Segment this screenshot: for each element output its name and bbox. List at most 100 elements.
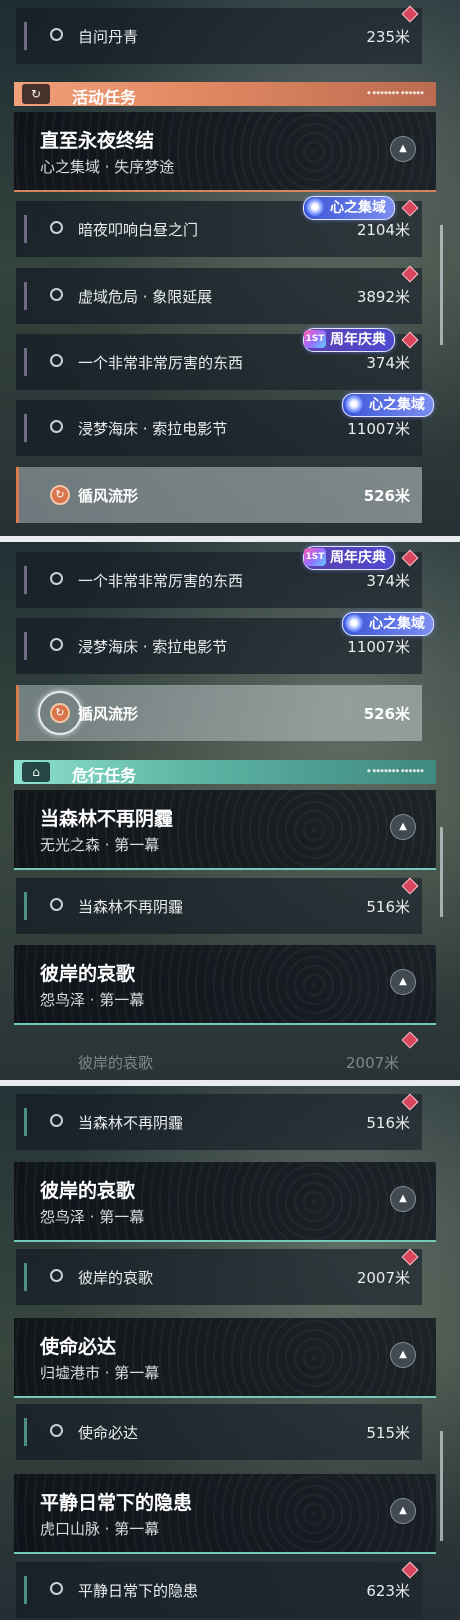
objective-distance: 2007米 bbox=[356, 1269, 410, 1287]
objective-name: 虚域危局 · 象限延展 bbox=[78, 288, 213, 306]
quest-subtitle: 归墟港市 · 第一幕 bbox=[40, 1364, 160, 1382]
peril-section-header: ⌂ 危行任务 ◆ ◆◆◆◆◆◆◆ ◆◆◆◆◆◆ bbox=[14, 760, 436, 785]
row-accent-bar bbox=[24, 1576, 27, 1604]
quest-panel-1: 自问丹青 235米 ↻ 活动任务 ◆ ◆◆◆◆◆◆◆ ◆◆◆◆◆◆ 直至永夜终结… bbox=[0, 0, 460, 536]
objective-name: 一个非常非常厉害的东西 bbox=[78, 354, 244, 372]
swirl-icon bbox=[345, 395, 363, 413]
objective-name: 一个非常非常厉害的东西 bbox=[78, 572, 244, 590]
anniversary-logo-icon: 1ST bbox=[304, 548, 326, 566]
quest-title: 平静日常下的隐患 bbox=[40, 1492, 193, 1514]
activity-quest-icon: ↻ bbox=[22, 84, 50, 104]
anniversary-badge: 1ST 周年庆典 bbox=[303, 546, 395, 570]
row-accent-bar bbox=[24, 22, 27, 50]
peril-quest-card[interactable]: 当森林不再阴霾 无光之森 · 第一幕 ▲ bbox=[14, 790, 436, 870]
quest-title: 直至永夜终结 bbox=[40, 130, 155, 152]
anniversary-logo-icon: 1ST bbox=[304, 330, 326, 348]
badge-label: 心之集域 bbox=[369, 397, 425, 413]
objective-row[interactable]: 使命必达 515米 bbox=[16, 1404, 422, 1460]
swirl-icon bbox=[306, 198, 324, 216]
section-watermark: ◆ ◆◆◆◆◆◆◆ ◆◆◆◆◆◆ bbox=[366, 90, 424, 96]
objective-distance: 515米 bbox=[366, 1424, 410, 1442]
heart-domain-badge: 心之集域 bbox=[342, 612, 434, 636]
peril-quest-icon: ⌂ bbox=[22, 762, 50, 782]
activity-objective-icon: ↻ bbox=[50, 485, 70, 505]
badge-label: 心之集域 bbox=[330, 200, 386, 216]
badge-label: 心之集域 bbox=[369, 616, 425, 632]
objective-distance: 526米 bbox=[363, 487, 410, 505]
objective-row[interactable]: 彼岸的哀歌 2007米 bbox=[16, 1249, 422, 1305]
quest-title: 使命必达 bbox=[40, 1336, 117, 1358]
main-quest-card[interactable]: 直至永夜终结 心之集域 · 失序梦途 ▲ bbox=[14, 112, 436, 192]
objective-name: 当森林不再阴霾 bbox=[78, 1114, 184, 1132]
quest-title: 当森林不再阴霾 bbox=[40, 808, 174, 830]
circle-objective-icon bbox=[50, 898, 63, 911]
row-accent-bar bbox=[24, 215, 27, 243]
circle-objective-icon bbox=[50, 288, 63, 301]
objective-distance: 11007米 bbox=[347, 638, 410, 656]
objective-distance: 623米 bbox=[366, 1582, 410, 1600]
quest-title: 彼岸的哀歌 bbox=[40, 1180, 136, 1202]
circle-objective-icon bbox=[50, 354, 63, 367]
scrollbar[interactable] bbox=[440, 225, 443, 345]
circle-objective-icon bbox=[50, 1424, 63, 1437]
row-accent-bar bbox=[24, 566, 27, 594]
peril-quest-card[interactable]: 使命必达 归墟港市 · 第一幕 ▲ bbox=[14, 1318, 436, 1398]
objective-distance: 374米 bbox=[366, 572, 410, 590]
objective-name: 浸梦海床 · 索拉电影节 bbox=[78, 638, 228, 656]
objective-name: 浸梦海床 · 索拉电影节 bbox=[78, 420, 228, 438]
objective-row[interactable]: 平静日常下的隐患 623米 bbox=[16, 1562, 422, 1618]
scrollbar[interactable] bbox=[440, 1431, 443, 1541]
circle-objective-icon bbox=[50, 1582, 63, 1595]
objective-row[interactable]: 虚域危局 · 象限延展 3892米 bbox=[16, 268, 422, 324]
row-accent-bar bbox=[24, 1263, 27, 1291]
circle-objective-icon bbox=[50, 572, 63, 585]
objective-distance: 3892米 bbox=[356, 288, 410, 306]
chevron-up-icon[interactable]: ▲ bbox=[390, 969, 416, 995]
objective-distance: 11007米 bbox=[347, 420, 410, 438]
badge-label: 周年庆典 bbox=[330, 332, 386, 348]
anniversary-badge: 1ST 周年庆典 bbox=[303, 328, 395, 352]
objective-row[interactable]: 当森林不再阴霾 516米 bbox=[16, 878, 422, 934]
peril-quest-card[interactable]: 平静日常下的隐患 虎口山脉 · 第一幕 ▲ bbox=[14, 1474, 436, 1554]
objective-distance: 374米 bbox=[366, 354, 410, 372]
circle-objective-icon bbox=[50, 28, 63, 41]
objective-name: 平静日常下的隐患 bbox=[78, 1582, 199, 1600]
objective-name: 自问丹青 bbox=[78, 28, 139, 46]
chevron-up-icon[interactable]: ▲ bbox=[390, 1498, 416, 1524]
objective-row[interactable]: 自问丹青 235米 bbox=[16, 8, 422, 64]
objective-name: 循风流形 bbox=[78, 487, 139, 505]
faded-objective-name: 彼岸的哀歌 bbox=[78, 1054, 154, 1072]
objective-distance: 235米 bbox=[366, 28, 410, 46]
objective-row-active[interactable]: ↻ 循风流形 526米 bbox=[16, 467, 422, 523]
objective-name: 循风流形 bbox=[78, 705, 139, 723]
diamond-waypoint-icon bbox=[401, 1031, 419, 1049]
chevron-up-icon[interactable]: ▲ bbox=[390, 136, 416, 162]
quest-subtitle: 怨鸟泽 · 第一幕 bbox=[40, 1208, 145, 1226]
peril-quest-card[interactable]: 彼岸的哀歌 怨鸟泽 · 第一幕 ▲ bbox=[14, 1162, 436, 1242]
peril-quest-card[interactable]: 彼岸的哀歌 怨鸟泽 · 第一幕 ▲ bbox=[14, 945, 436, 1025]
chevron-up-icon[interactable]: ▲ bbox=[390, 814, 416, 840]
scrollbar[interactable] bbox=[440, 827, 443, 917]
row-accent-bar bbox=[16, 467, 19, 523]
quest-subtitle: 怨鸟泽 · 第一幕 bbox=[40, 991, 145, 1009]
objective-distance: 526米 bbox=[363, 705, 410, 723]
objective-row[interactable]: 当森林不再阴霾 516米 bbox=[16, 1094, 422, 1150]
quest-subtitle: 无光之森 · 第一幕 bbox=[40, 836, 160, 854]
quest-panel-2: 一个非常非常厉害的东西 374米 1ST 周年庆典 浸梦海床 · 索拉电影节 1… bbox=[0, 542, 460, 1080]
objective-name: 暗夜叩响白昼之门 bbox=[78, 221, 199, 239]
activity-section-header: ↻ 活动任务 ◆ ◆◆◆◆◆◆◆ ◆◆◆◆◆◆ bbox=[14, 82, 436, 107]
circle-objective-icon bbox=[50, 638, 63, 651]
objective-name: 彼岸的哀歌 bbox=[78, 1269, 154, 1287]
badge-label: 周年庆典 bbox=[330, 550, 386, 566]
chevron-up-icon[interactable]: ▲ bbox=[390, 1186, 416, 1212]
quest-panel-3: 当森林不再阴霾 516米 彼岸的哀歌 怨鸟泽 · 第一幕 ▲ 彼岸的哀歌 200… bbox=[0, 1086, 460, 1620]
faded-objective-distance: 2007米 bbox=[346, 1054, 400, 1072]
heart-domain-badge: 心之集域 bbox=[342, 393, 434, 417]
chevron-up-icon[interactable]: ▲ bbox=[390, 1342, 416, 1368]
objective-row-active[interactable]: ↻ 循风流形 526米 bbox=[16, 685, 422, 741]
objective-name: 当森林不再阴霾 bbox=[78, 898, 184, 916]
row-accent-bar bbox=[24, 1418, 27, 1446]
section-title: 活动任务 bbox=[72, 88, 137, 107]
row-accent-bar bbox=[24, 282, 27, 310]
quest-subtitle: 虎口山脉 · 第一幕 bbox=[40, 1520, 160, 1538]
